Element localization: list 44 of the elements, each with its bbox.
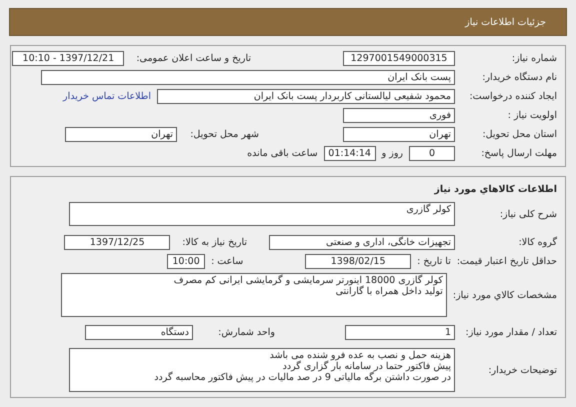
field-label: تا تاریخ : [417,256,451,267]
field-label: واحد شمارش: [218,327,275,338]
request-number-field: 1297001549000315 [343,51,455,66]
announce-date-field: 1397/12/21 - 10:10 [12,51,124,66]
validity-date-field: 1398/02/15 [305,254,412,269]
field-label: توضیحات خریدار: [487,364,557,376]
field-label: شرح کلی نیاز: [498,208,557,220]
text-line: پیش فاکتور حتما در سامانه بار گزاری گردد [282,361,451,372]
field-label: مهلت ارسال پاسخ: [480,148,557,159]
field-label: تاریخ و ساعت اعلان عمومی: [136,53,251,64]
time-suffix: ساعت باقی مانده [247,148,318,159]
field-label: اولویت نیاز : [506,110,557,121]
field-label: تاریخ نیاز به کالا: [182,237,247,248]
province-field: تهران [343,127,455,142]
city-field: تهران [65,127,177,142]
priority-field: فوری [343,108,455,123]
validity-time-field: 10:00 [167,254,206,269]
text-line: در صورت داشتن برگه مالیاتی 9 در صد مالیات در پیش فاکتور محاسبه گردد [153,372,451,383]
field-label: استان محل تحویل: [481,129,557,140]
field-label: شماره نیاز: [510,53,557,64]
buyer-field: پست بانک ایران [41,70,455,85]
goods-group-field: تجهیزات خانگی، اداری و صنعتی [269,235,455,250]
quantity-field: 1 [345,325,455,340]
text-line: هزینه حمل و نصب به عده فرو شنده می باشد [268,350,451,361]
time-remaining-field: 01:14:14 [324,146,376,161]
creator-field: محمود شفیعی لیالستانی کاربردار پست بانک ایران [157,89,455,104]
text-line: کولر گازری 18000 اینورتر سرمایشی و گرمایشی ایرانی کم مصرف [172,275,443,286]
field-label: تعداد / مقدار مورد نیاز: [464,327,557,338]
days-suffix: روز و [382,148,403,159]
section-title: اطلاعات کالاهاي مورد نیاز [434,183,557,197]
field-label: ایجاد کننده درخواست: [468,91,557,102]
field-label: گروه کالا: [518,237,557,248]
field-label: ساعت : [211,256,244,267]
buyer-contact-link[interactable]: اطلاعات تماس خریدار [62,91,151,102]
summary-field: کولر گازری [69,202,455,226]
unit-field: دستگاه [85,325,193,340]
field-label: حداقل تاریخ اعتبار قیمت: [456,256,557,267]
days-field: 0 [409,146,455,161]
text-line: تولید داخل همراه با گارانتی [334,286,443,297]
page-header: جزئیات اطلاعات نیاز [9,8,567,36]
field-label: مشخصات کالاي مورد نیاز: [452,290,557,300]
field-label: نام دستگاه خریدار: [481,72,557,83]
field-label: شهر محل تحویل: [190,129,259,140]
need-date-field: 1397/12/25 [64,235,170,250]
